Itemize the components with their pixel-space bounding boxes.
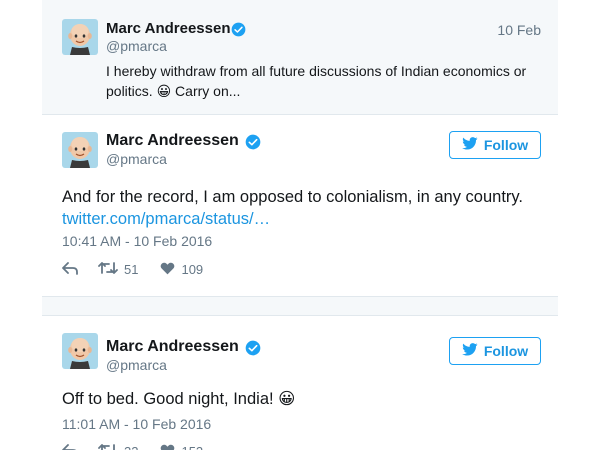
tweet-feed: Marc Andreessen @pmarca 10 Feb I hereby … — [0, 0, 600, 450]
follow-button[interactable]: Follow — [449, 337, 541, 365]
tweet-timestamp[interactable]: 11:01 AM - 10 Feb 2016 — [62, 416, 211, 432]
author-name[interactable]: Marc Andreessen — [106, 338, 239, 356]
tweet-text: Off to bed. Good night, India! 😀 — [62, 390, 296, 408]
tweet-actions: 22 152 — [62, 443, 203, 450]
heart-icon — [160, 262, 175, 278]
tweet-body: And for the record, I am opposed to colo… — [62, 186, 542, 230]
tweet-text: I hereby withdraw from all future discus… — [106, 63, 527, 99]
context-tweet[interactable]: Marc Andreessen @pmarca 10 Feb I hereby … — [42, 0, 558, 115]
follow-label: Follow — [483, 137, 529, 153]
heart-icon — [160, 444, 175, 450]
author-name[interactable]: Marc Andreessen — [106, 20, 231, 37]
follow-label: Follow — [483, 343, 529, 359]
retweet-button[interactable]: 51 — [98, 261, 138, 278]
reply-icon — [62, 261, 78, 278]
author-handle[interactable]: @pmarca — [106, 357, 167, 373]
tweet-date[interactable]: 10 Feb — [497, 22, 541, 38]
twitter-bird-icon — [462, 343, 478, 359]
retweet-button[interactable]: 22 — [98, 443, 138, 450]
tweet-timestamp[interactable]: 10:41 AM - 10 Feb 2016 — [62, 233, 212, 249]
verified-badge-icon — [245, 340, 261, 361]
twitter-bird-icon — [462, 137, 478, 153]
follow-button[interactable]: Follow — [449, 131, 541, 159]
like-button[interactable]: 109 — [160, 262, 203, 278]
retweet-count: 22 — [124, 444, 138, 450]
author-name[interactable]: Marc Andreessen — [106, 132, 239, 150]
retweet-count: 51 — [124, 262, 139, 277]
like-count: 152 — [181, 444, 203, 450]
tweet-text: And for the record, I am opposed to colo… — [62, 188, 524, 206]
like-count: 109 — [181, 262, 204, 277]
tweet-card: Marc Andreessen @pmarca Follow Off to be… — [42, 316, 558, 450]
tweet-divider — [42, 296, 558, 316]
tweet-card: Marc Andreessen @pmarca Follow And for t… — [42, 115, 558, 295]
verified-badge-icon — [245, 134, 261, 155]
retweet-icon — [98, 443, 118, 450]
tweet-link[interactable]: twitter.com/pmarca/status/… — [62, 208, 542, 230]
avatar-icon[interactable] — [62, 333, 98, 369]
author-handle[interactable]: @pmarca — [106, 38, 167, 54]
like-button[interactable]: 152 — [160, 444, 203, 450]
reply-button[interactable] — [62, 261, 78, 278]
reply-button[interactable] — [62, 443, 78, 450]
reply-icon — [62, 443, 78, 450]
tweet-actions: 51 109 — [62, 261, 203, 278]
verified-badge-icon — [231, 22, 246, 42]
avatar-icon[interactable] — [62, 19, 98, 55]
author-handle[interactable]: @pmarca — [106, 151, 167, 167]
retweet-icon — [98, 261, 118, 278]
avatar-icon[interactable] — [62, 132, 98, 168]
